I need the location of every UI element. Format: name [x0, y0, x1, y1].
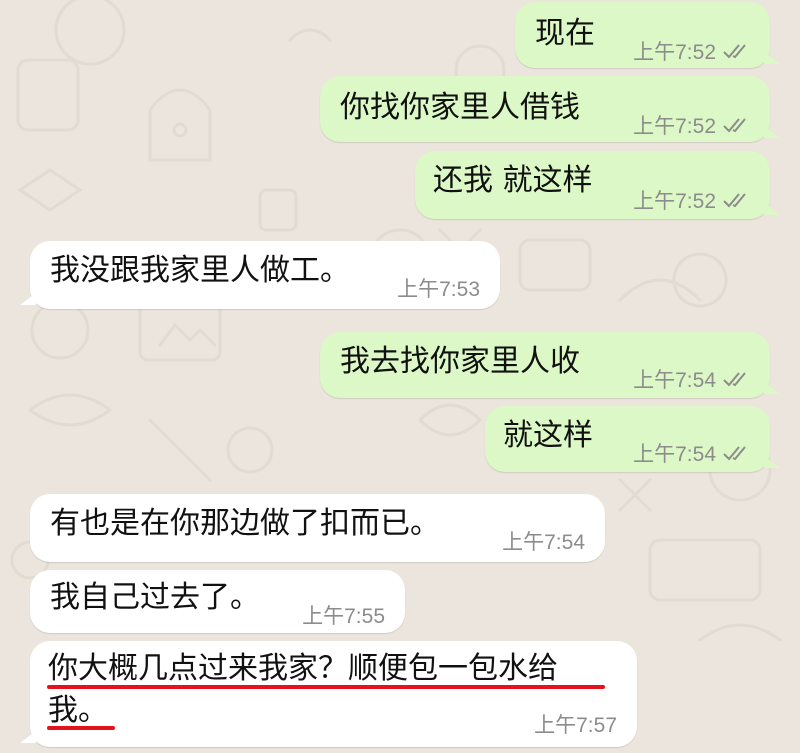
double-check-icon: [723, 446, 746, 461]
message-text: 我去找你家里人收: [340, 344, 580, 379]
message-bubble-incoming[interactable]: 我没跟我家里人做工。 上午7:53: [20, 241, 500, 309]
message-text-line-2: 我。: [48, 693, 108, 728]
message-timestamp: 上午7:53: [397, 278, 480, 301]
double-check-icon: [723, 44, 746, 59]
message-timestamp: 上午7:54: [633, 364, 752, 394]
message-timestamp: 上午7:52: [633, 110, 752, 140]
message-text: 我没跟我家里人做工。: [50, 253, 350, 288]
message-bubble-incoming[interactable]: 有也是在你那边做了扣而已。 上午7:54: [30, 494, 605, 562]
message-timestamp: 上午7:54: [502, 531, 585, 554]
message-bubble-outgoing[interactable]: 还我 就这样 上午7:52: [415, 151, 780, 219]
message-text-line-1: 你大概几点过来我家？顺便包一包水给: [48, 651, 558, 686]
double-check-icon: [723, 372, 746, 387]
message-timestamp: 上午7:52: [633, 36, 752, 66]
message-bubble-outgoing[interactable]: 就这样 上午7:54: [485, 406, 780, 472]
annotation-underline: [47, 726, 115, 730]
annotation-underline: [47, 685, 605, 689]
message-text: 你找你家里人借钱: [340, 90, 580, 125]
message-text: 我自己过去了。: [50, 580, 260, 615]
message-bubble-incoming-highlighted[interactable]: 你大概几点过来我家？顺便包一包水给 我。 上午7:57: [20, 641, 637, 747]
message-timestamp: 上午7:57: [534, 714, 617, 737]
message-text: 还我 就这样: [433, 163, 593, 198]
message-bubble-outgoing[interactable]: 现在 上午7:52: [515, 2, 780, 68]
message-bubble-incoming[interactable]: 我自己过去了。 上午7:55: [30, 570, 405, 633]
double-check-icon: [723, 193, 746, 208]
message-timestamp: 上午7:54: [633, 438, 752, 468]
message-timestamp: 上午7:55: [302, 605, 385, 628]
message-text: 现在: [535, 16, 595, 51]
message-bubble-outgoing[interactable]: 你找你家里人借钱 上午7:52: [320, 76, 780, 142]
message-timestamp: 上午7:52: [633, 185, 752, 215]
message-text: 有也是在你那边做了扣而已。: [50, 506, 440, 541]
double-check-icon: [723, 118, 746, 133]
message-bubble-outgoing[interactable]: 我去找你家里人收 上午7:54: [320, 332, 780, 398]
message-text: 就这样: [503, 418, 593, 453]
